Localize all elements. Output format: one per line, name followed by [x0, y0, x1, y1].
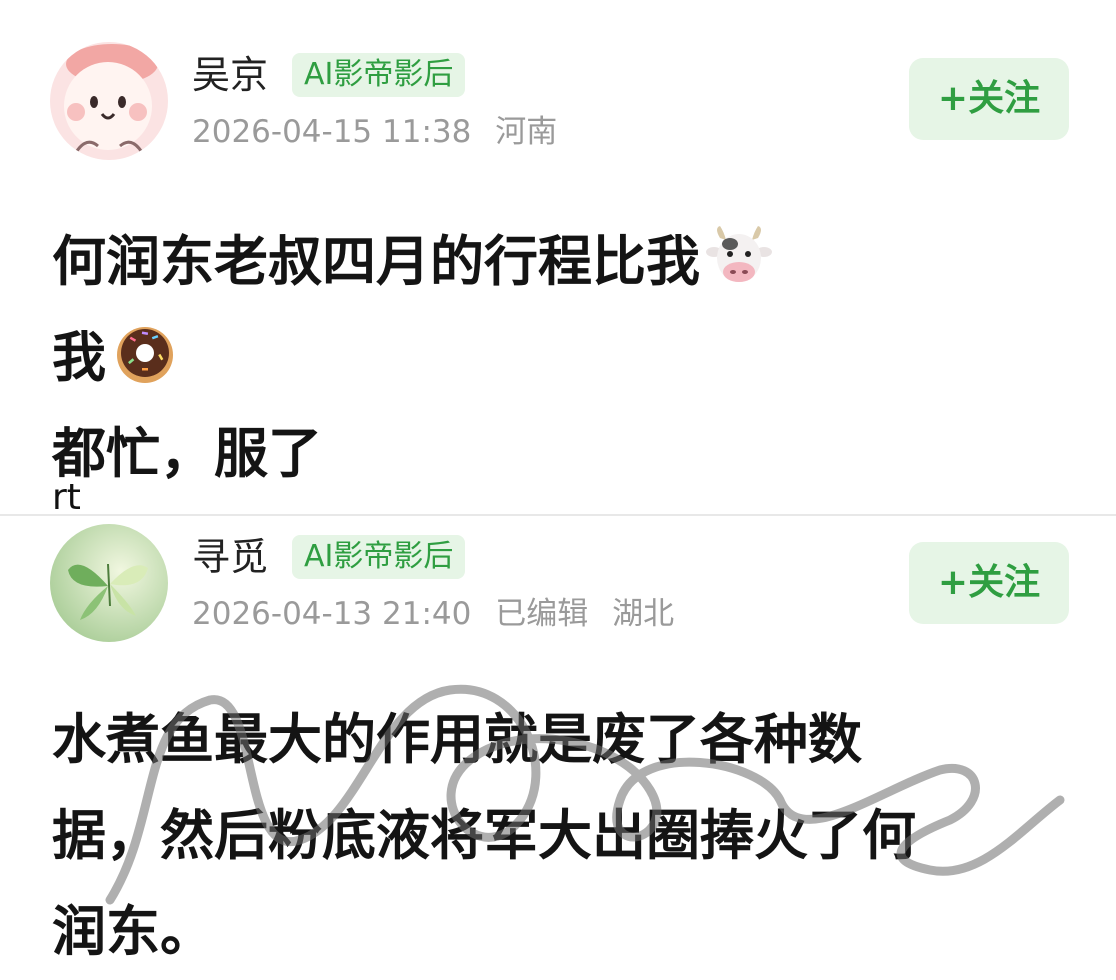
- content-text: 何润东老叔四月的行程比我: [52, 230, 700, 293]
- post-meta: 2026-04-15 11:38 河南: [192, 112, 571, 152]
- username[interactable]: 吴京: [192, 52, 268, 98]
- avatar[interactable]: [50, 524, 168, 642]
- timestamp: 2026-04-15 11:38: [192, 114, 472, 150]
- content-line: 都忙，服了: [52, 422, 322, 485]
- location: 湖北: [612, 596, 675, 632]
- post-card: 寻觅 AI影帝影后 2026-04-13 21:40 已编辑 湖北 +关注 水煮…: [0, 516, 1116, 980]
- content-text: 我: [52, 326, 106, 389]
- avatar-image: [50, 524, 168, 642]
- follow-button[interactable]: +关注: [909, 58, 1069, 140]
- status-badge: AI影帝影后: [292, 53, 466, 97]
- status-badge: AI影帝影后: [292, 535, 466, 579]
- username[interactable]: 寻觅: [192, 534, 268, 580]
- post-card: 吴京 AI影帝影后 2026-04-15 11:38 河南 +关注 何润东老叔四…: [0, 0, 1116, 518]
- avatar-image: [50, 42, 168, 160]
- timestamp: 2026-04-13 21:40: [192, 596, 472, 632]
- post-meta: 2026-04-13 21:40 已编辑 湖北: [192, 594, 688, 634]
- doughnut-icon: [117, 327, 173, 383]
- location: 河南: [495, 114, 558, 150]
- content-line: 我: [52, 310, 1052, 406]
- edited-label: 已编辑: [495, 596, 589, 632]
- content-line: 据，然后粉底液将军大出圈捧火了何: [52, 804, 916, 867]
- content-line: 何润东老叔四月的行程比我: [52, 214, 1052, 310]
- post-content: 何润东老叔四月的行程比我 我 都忙，服了: [52, 214, 1052, 502]
- content-line: 润东。: [52, 900, 214, 963]
- content-line: 水煮鱼最大的作用就是废了各种数: [52, 708, 862, 771]
- follow-button[interactable]: +关注: [909, 542, 1069, 624]
- avatar[interactable]: [50, 42, 168, 160]
- post-content: 水煮鱼最大的作用就是废了各种数 据，然后粉底液将军大出圈捧火了何 润东。: [52, 692, 1052, 980]
- footer-text: rt: [52, 477, 81, 518]
- cow-face-icon: [706, 226, 772, 282]
